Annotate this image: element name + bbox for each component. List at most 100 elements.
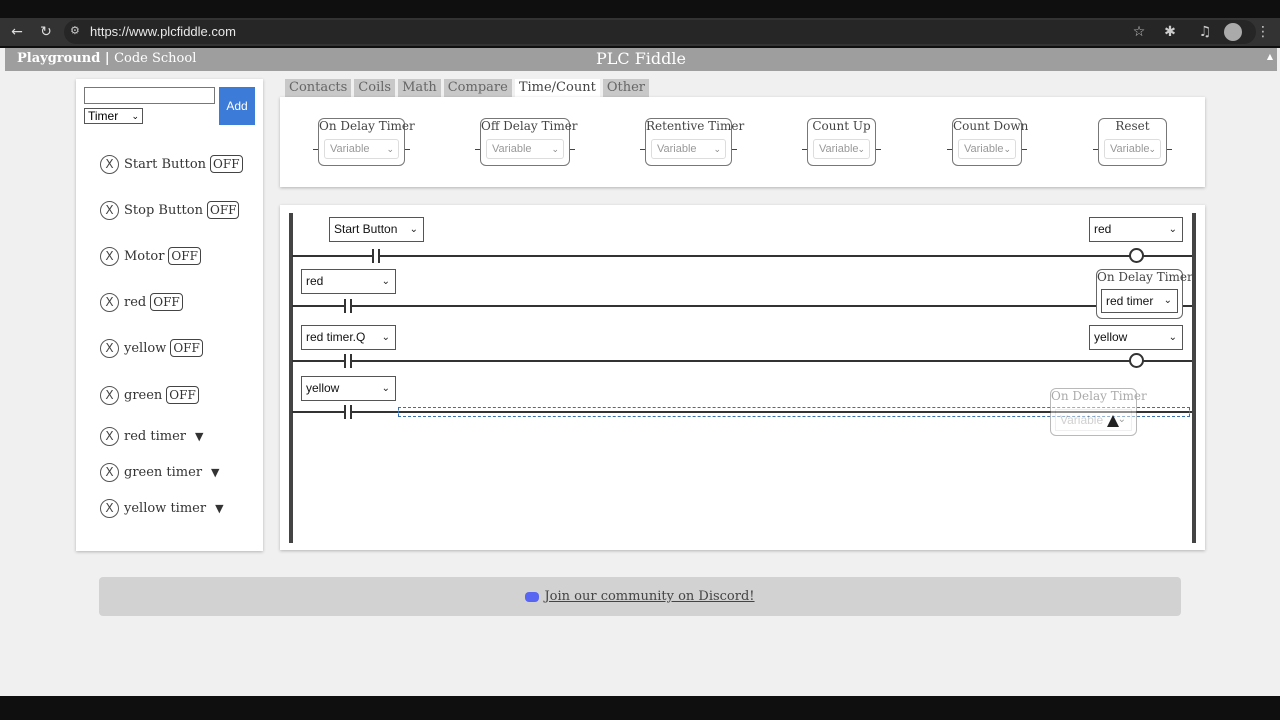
back-icon[interactable]: ← — [8, 23, 26, 41]
coil-select[interactable]: red ⌄ — [1089, 217, 1183, 242]
chevron-down-icon: ⌄ — [857, 144, 865, 154]
timer-row: X green timer ▼ — [100, 462, 220, 482]
discord-icon — [525, 591, 540, 602]
dragging-on-delay-timer-block[interactable]: On Delay Timer Variable ⌄ — [1050, 388, 1147, 436]
variable-row: X red OFF — [100, 292, 183, 312]
chevron-down-icon: ⌄ — [1148, 144, 1156, 154]
rung-wire — [292, 305, 1192, 307]
toggle-state-button[interactable]: OFF — [150, 293, 183, 311]
toggle-state-button[interactable]: OFF — [170, 339, 203, 357]
timer-row: X yellow timer ▼ — [100, 498, 224, 518]
chevron-down-icon: ⌄ — [1003, 144, 1011, 154]
media-icon[interactable]: ♫ — [1196, 23, 1214, 41]
palette-block-count-up[interactable]: Count Up Variable ⌄ — [802, 118, 881, 166]
star-icon[interactable]: ☆ — [1130, 23, 1148, 41]
block-variable-select: Variable ⌄ — [1104, 139, 1161, 159]
contact-select[interactable]: Start Button ⌄ — [329, 217, 424, 242]
chevron-down-icon: ⌄ — [381, 383, 390, 394]
variable-name-input[interactable] — [84, 87, 215, 104]
variable-type-value: Timer — [88, 109, 119, 123]
variable-type-select[interactable]: Timer ⌄ — [84, 108, 143, 124]
tab-coils[interactable]: Coils — [354, 79, 396, 97]
browser-toolbar: ← ↻ ⚙ https://www.plcfiddle.com ☆ ✱ ♫ ⋮ — [0, 18, 1280, 46]
triangle-down-icon[interactable]: ▼ — [215, 502, 223, 515]
variable-name: yellow — [124, 340, 167, 356]
left-power-rail — [289, 213, 293, 543]
variable-row: X Motor OFF — [100, 246, 201, 266]
chevron-down-icon: ⌄ — [1163, 295, 1172, 306]
variable-name: Stop Button — [124, 202, 203, 218]
palette-block-count-down[interactable]: Count Down Variable ⌄ — [947, 118, 1028, 166]
variable-name: Motor — [124, 248, 165, 264]
coil-select[interactable]: yellow ⌄ — [1089, 325, 1183, 350]
palette-block-off-delay-timer[interactable]: Off Delay Timer Variable ⌄ — [475, 118, 578, 166]
block-label: On Delay Timer — [319, 119, 415, 133]
address-bar[interactable] — [64, 20, 1256, 44]
contact-icon — [342, 354, 354, 368]
contact-select[interactable]: yellow ⌄ — [301, 376, 396, 401]
remove-variable-icon[interactable]: X — [100, 292, 119, 312]
coil-icon — [1129, 248, 1144, 263]
coil-icon — [1129, 353, 1144, 368]
triangle-down-icon[interactable]: ▼ — [211, 466, 219, 479]
remove-variable-icon[interactable]: X — [100, 246, 119, 266]
variable-row: X yellow OFF — [100, 338, 203, 358]
timer-name: red timer — [124, 428, 186, 444]
instruction-tabs: Contacts Coils Math Compare Time/Count O… — [285, 79, 652, 97]
triangle-down-icon[interactable]: ▼ — [195, 430, 203, 443]
timer-row: X red timer ▼ — [100, 426, 203, 446]
variable-name: red — [124, 294, 147, 310]
tab-compare[interactable]: Compare — [443, 79, 512, 97]
remove-variable-icon[interactable]: X — [100, 200, 119, 220]
contact-icon — [370, 249, 382, 263]
tab-math[interactable]: Math — [398, 79, 441, 97]
palette-block-retentive-timer[interactable]: Retentive Timer Variable ⌄ — [640, 118, 744, 166]
on-delay-timer-block[interactable]: On Delay Timer red timer ⌄ — [1096, 269, 1193, 319]
toggle-state-button[interactable]: OFF — [166, 386, 199, 404]
chevron-down-icon: ⌄ — [381, 332, 390, 343]
tab-time-count[interactable]: Time/Count — [514, 79, 600, 97]
variable-row: X green OFF — [100, 385, 199, 405]
scroll-up-icon[interactable]: ▲ — [1267, 52, 1273, 61]
contact-select[interactable]: red timer.Q ⌄ — [301, 325, 396, 350]
menu-icon[interactable]: ⋮ — [1254, 23, 1272, 41]
remove-variable-icon[interactable]: X — [100, 385, 119, 405]
timer-block-label: On Delay Timer — [1051, 389, 1147, 403]
palette-block-reset[interactable]: Reset Variable ⌄ — [1093, 118, 1172, 166]
block-label: Count Up — [812, 119, 871, 133]
tab-contacts[interactable]: Contacts — [285, 79, 352, 97]
remove-variable-icon[interactable]: X — [100, 338, 119, 358]
extensions-icon[interactable]: ✱ — [1161, 23, 1179, 41]
site-info-icon[interactable]: ⚙ — [70, 24, 84, 38]
add-variable-button[interactable]: Add — [219, 87, 255, 125]
tab-other[interactable]: Other — [602, 79, 649, 97]
top-nav: Playground | Code School PLC Fiddle ▲ — [5, 48, 1277, 71]
url-text[interactable]: https://www.plcfiddle.com — [90, 22, 236, 42]
remove-variable-icon[interactable]: X — [100, 462, 119, 482]
profile-avatar[interactable] — [1224, 23, 1242, 41]
chevron-down-icon: ⌄ — [381, 276, 390, 287]
remove-variable-icon[interactable]: X — [100, 426, 119, 446]
remove-variable-icon[interactable]: X — [100, 498, 119, 518]
rung-wire — [292, 255, 1192, 257]
discord-link[interactable]: Join our community on Discord! — [544, 589, 754, 604]
chevron-down-icon: ⌄ — [386, 144, 394, 154]
chevron-down-icon: ⌄ — [131, 111, 139, 121]
toggle-state-button[interactable]: OFF — [210, 155, 243, 173]
timer-block-label: On Delay Timer — [1097, 270, 1193, 284]
chevron-down-icon: ⌄ — [1168, 332, 1177, 343]
block-variable-select: Variable ⌄ — [813, 139, 870, 159]
rung-wire — [292, 360, 1192, 362]
toggle-state-button[interactable]: OFF — [206, 201, 240, 219]
timer-variable-select[interactable]: red timer ⌄ — [1101, 289, 1178, 313]
variable-name: green — [124, 387, 163, 403]
palette-block-on-delay-timer[interactable]: On Delay Timer Variable ⌄ — [313, 118, 415, 166]
contact-select[interactable]: red ⌄ — [301, 269, 396, 294]
contact-icon — [342, 405, 354, 419]
variable-name: Start Button — [124, 156, 207, 172]
contact-icon — [342, 299, 354, 313]
reload-icon[interactable]: ↻ — [37, 23, 55, 41]
remove-variable-icon[interactable]: X — [100, 154, 119, 174]
toggle-state-button[interactable]: OFF — [168, 247, 201, 265]
block-variable-select: Variable ⌄ — [651, 139, 726, 159]
